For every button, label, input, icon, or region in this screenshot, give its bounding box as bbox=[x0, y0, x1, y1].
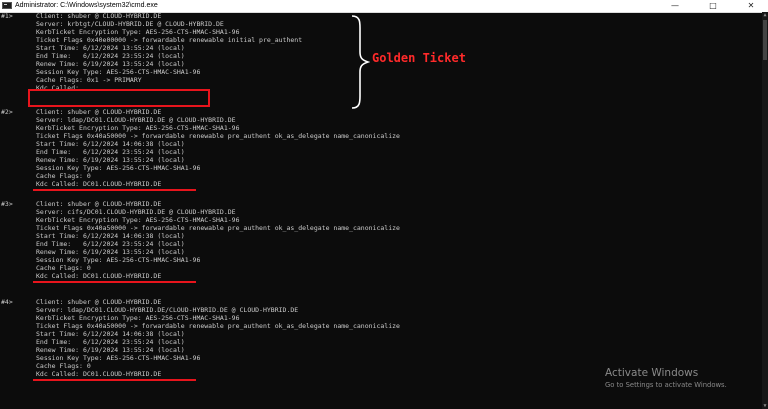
kdc-underline bbox=[33, 281, 196, 283]
scrollbar-thumb[interactable] bbox=[763, 20, 767, 60]
golden-ticket-label: Golden Ticket bbox=[372, 51, 466, 65]
window-title: Administrator: C:\Windows\system32\cmd.e… bbox=[15, 2, 158, 9]
maximize-button[interactable]: □ bbox=[700, 0, 726, 12]
ticket-index: #1> bbox=[1, 12, 13, 20]
vertical-scrollbar[interactable]: ▲ ▼ bbox=[762, 12, 768, 409]
kdc-underline bbox=[33, 189, 196, 191]
scroll-down-icon[interactable]: ▼ bbox=[762, 403, 768, 409]
missing-kdc-highlight-box bbox=[28, 89, 210, 107]
cmd-app-icon bbox=[2, 2, 12, 9]
close-button[interactable]: ✕ bbox=[738, 0, 764, 12]
kdc-underline bbox=[33, 379, 196, 381]
ticket-index: #3> bbox=[1, 200, 13, 208]
ticket-index: #2> bbox=[1, 108, 13, 116]
scroll-up-icon[interactable]: ▲ bbox=[762, 12, 768, 18]
minimize-button[interactable]: — bbox=[662, 0, 688, 12]
activate-windows-title: Activate Windows bbox=[605, 367, 699, 379]
ticket-index: #4> bbox=[1, 298, 13, 306]
activate-windows-subtitle: Go to Settings to activate Windows. bbox=[605, 381, 727, 389]
curly-brace-icon bbox=[351, 15, 370, 109]
console-output[interactable]: #1> Client: shuber @ CLOUD-HYBRID.DE Serv… bbox=[0, 12, 762, 409]
